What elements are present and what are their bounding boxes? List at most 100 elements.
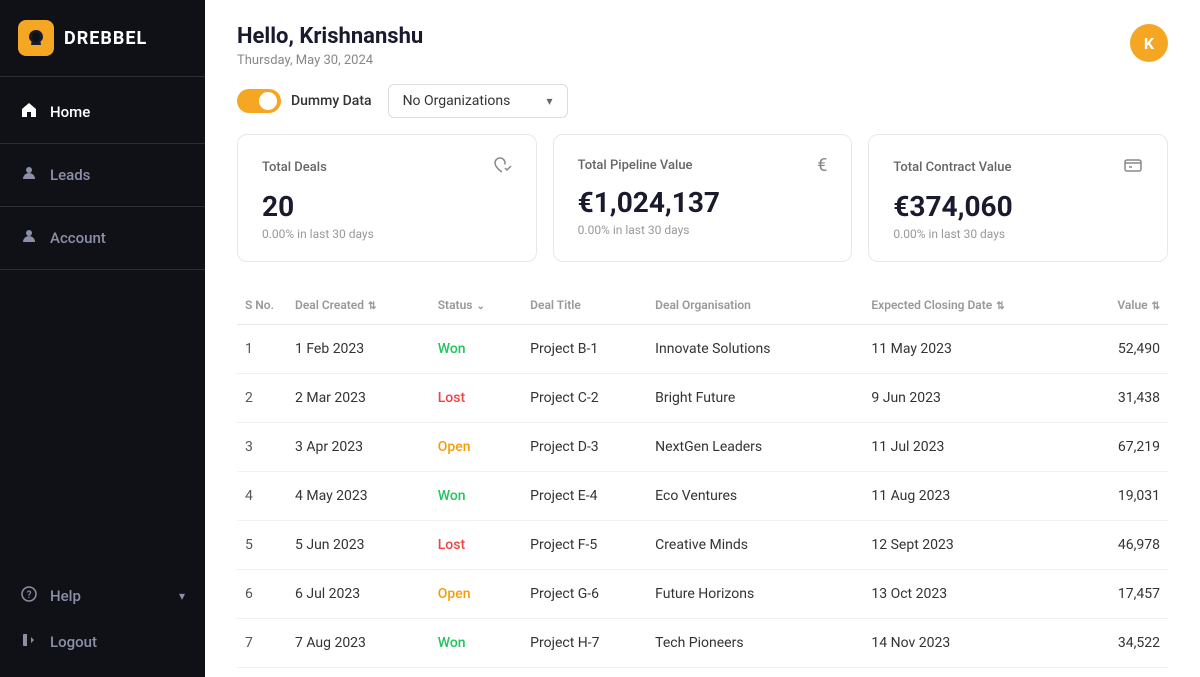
cell-closing-date: 16 Dec 2023 [863,668,1082,677]
col-deal-created[interactable]: Deal Created⇅ [287,286,430,325]
cell-deal-created: 6 Jul 2023 [287,570,430,619]
header: Hello, Krishnanshu Thursday, May 30, 202… [205,0,1200,84]
logout-label: Logout [50,633,97,651]
stat-value-contract: €374,060 [893,190,1143,223]
dummy-data-label: Dummy Data [291,93,372,109]
home-icon [20,102,38,122]
sidebar-nav: Home Leads Account [0,77,205,677]
cell-deal-title: Project D-3 [522,423,647,472]
cell-status: Won [430,472,522,521]
table-row: 4 4 May 2023 Won Project E-4 Eco Venture… [237,472,1168,521]
dummy-data-toggle[interactable] [237,89,281,113]
cell-sno: 1 [237,325,287,374]
cell-deal-title: Project B-1 [522,325,647,374]
stat-card-header-contract: Total Contract Value [893,155,1143,180]
cell-status: Won [430,619,522,668]
stat-title-pipeline: Total Pipeline Value [578,158,693,173]
cell-deal-title: Project C-2 [522,374,647,423]
stat-value-deals: 20 [262,190,512,223]
cell-deal-title: Project F-5 [522,521,647,570]
cell-value: 52,490 [1082,325,1168,374]
cell-deal-created: 3 Apr 2023 [287,423,430,472]
nav-divider-3 [0,269,205,270]
avatar[interactable]: K [1130,24,1168,62]
cell-status: Open [430,570,522,619]
cell-sno: 6 [237,570,287,619]
header-left: Hello, Krishnanshu Thursday, May 30, 202… [237,24,423,68]
sidebar-item-leads[interactable]: Leads [0,152,205,198]
stat-sub-pipeline: 0.00% in last 30 days [578,223,828,237]
cell-value: 46,978 [1082,521,1168,570]
table-row: 5 5 Jun 2023 Lost Project F-5 Creative M… [237,521,1168,570]
cell-deal-org: Innovate Solutions [647,325,863,374]
cell-deal-created: 2 Mar 2023 [287,374,430,423]
cell-value: 37,708 [1082,668,1168,677]
dummy-data-toggle-wrap: Dummy Data [237,89,372,113]
cell-closing-date: 11 May 2023 [863,325,1082,374]
cell-value: 31,438 [1082,374,1168,423]
cell-closing-date: 14 Nov 2023 [863,619,1082,668]
table-row: 7 7 Aug 2023 Won Project H-7 Tech Pionee… [237,619,1168,668]
account-label: Account [50,229,106,247]
contract-icon [1123,155,1143,180]
org-dropdown[interactable]: No Organizations ▾ [388,84,568,118]
logo-area: DREBBEL [0,0,205,77]
logout-icon [20,632,38,652]
logo-text: DREBBEL [64,28,147,49]
cell-sno: 7 [237,619,287,668]
cell-deal-org: Tech Pioneers [647,619,863,668]
sidebar-item-help[interactable]: ? Help ▾ [0,573,205,619]
table-header: S No. Deal Created⇅ Status⌄ Deal Title D… [237,286,1168,325]
table-row: 6 6 Jul 2023 Open Project G-6 Future Hor… [237,570,1168,619]
col-closing-date[interactable]: Expected Closing Date⇅ [863,286,1082,325]
svg-text:?: ? [27,590,32,601]
stat-sub-contract: 0.00% in last 30 days [893,227,1143,241]
main-content: Hello, Krishnanshu Thursday, May 30, 202… [205,0,1200,677]
pipeline-icon: € [817,155,827,176]
sidebar-item-home[interactable]: Home [0,89,205,135]
table-row: 2 2 Mar 2023 Lost Project C-2 Bright Fut… [237,374,1168,423]
account-icon [20,228,38,248]
col-value[interactable]: Value⇅ [1082,286,1168,325]
nav-divider-2 [0,206,205,207]
cell-closing-date: 11 Jul 2023 [863,423,1082,472]
deals-icon [492,155,512,180]
cell-status: Lost [430,374,522,423]
cell-deal-created: 7 Aug 2023 [287,619,430,668]
cell-status: Lost [430,668,522,677]
cell-value: 19,031 [1082,472,1168,521]
cell-closing-date: 11 Aug 2023 [863,472,1082,521]
stat-card-header-deals: Total Deals [262,155,512,180]
cell-deal-org: NextGen Leaders [647,423,863,472]
help-label: Help [50,587,81,605]
cell-deal-title: Project I-8 [522,668,647,677]
cell-sno: 8 [237,668,287,677]
cell-deal-created: 1 Feb 2023 [287,325,430,374]
date: Thursday, May 30, 2024 [237,53,423,68]
sidebar: DREBBEL Home Leads [0,0,205,677]
leads-label: Leads [50,166,90,184]
toggle-track [237,89,281,113]
sidebar-item-logout[interactable]: Logout [0,619,205,665]
col-sno: S No. [237,286,287,325]
cell-value: 34,522 [1082,619,1168,668]
cell-deal-org: Visionary Enterprises [647,668,863,677]
col-status[interactable]: Status⌄ [430,286,522,325]
org-dropdown-value: No Organizations [403,93,511,109]
cell-sno: 3 [237,423,287,472]
sidebar-item-account[interactable]: Account [0,215,205,261]
cell-deal-created: 8 Sept 2023 [287,668,430,677]
nav-divider-1 [0,143,205,144]
cell-deal-org: Eco Ventures [647,472,863,521]
logo-icon [18,20,54,56]
home-label: Home [50,103,90,121]
cell-status: Won [430,325,522,374]
cell-sno: 2 [237,374,287,423]
stat-title-deals: Total Deals [262,160,327,175]
stat-card-total-deals: Total Deals 20 0.00% in last 30 days [237,134,537,262]
col-deal-org: Deal Organisation [647,286,863,325]
cell-value: 17,457 [1082,570,1168,619]
cell-deal-title: Project H-7 [522,619,647,668]
cell-deal-org: Bright Future [647,374,863,423]
cell-deal-org: Future Horizons [647,570,863,619]
